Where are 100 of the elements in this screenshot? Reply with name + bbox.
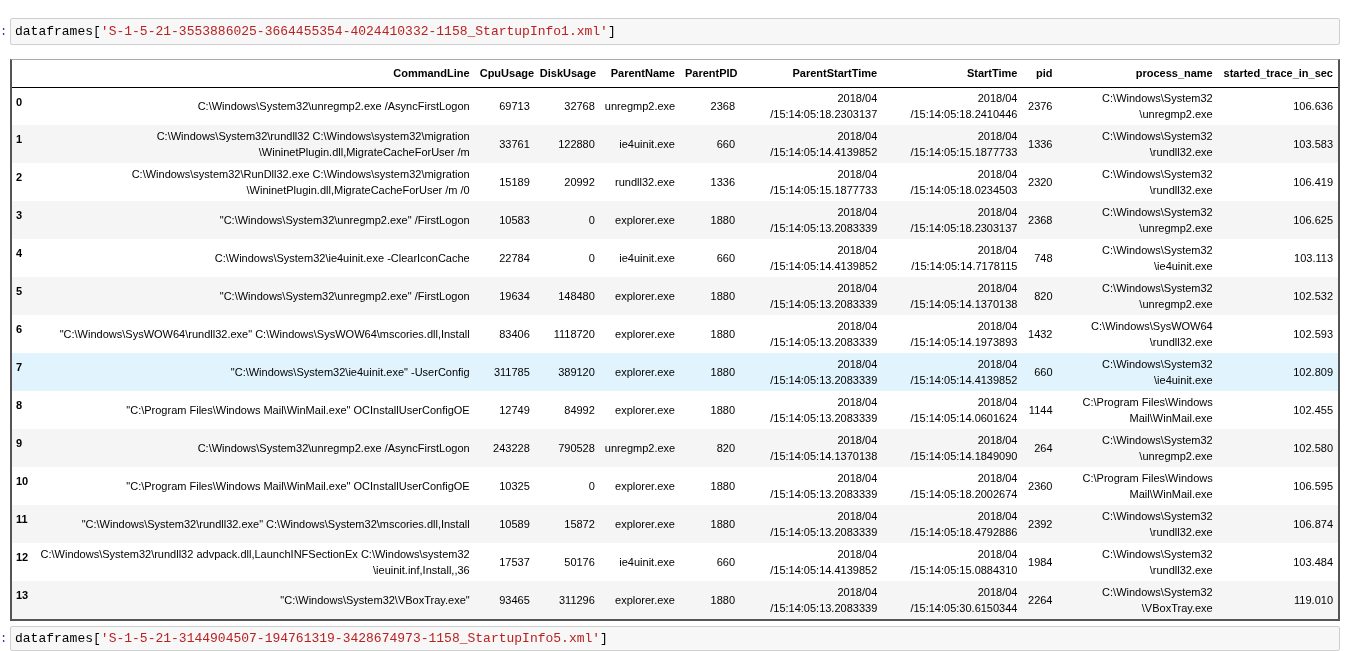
- table-cell: 2018/04 /15:14:05:14.0601624: [882, 391, 1023, 429]
- table-cell: 820: [679, 429, 741, 467]
- table-cell: 122880: [534, 125, 600, 163]
- table-cell: 2018/04 /15:14:05:13.2083339: [740, 467, 883, 505]
- row-index: 13: [12, 581, 35, 619]
- cell-prompt: :: [0, 630, 9, 648]
- table-cell: 50176: [534, 543, 600, 581]
- table-cell: 2018/04 /15:14:05:14.1849090: [882, 429, 1023, 467]
- table-cell: 2018/04 /15:14:05:13.2083339: [740, 505, 883, 543]
- row-index: 4: [12, 239, 35, 277]
- table-cell: 17537: [474, 543, 535, 581]
- table-cell: 32768: [534, 87, 600, 125]
- table-cell: 2018/04 /15:14:05:15.0884310: [882, 543, 1023, 581]
- table-cell: 2018/04 /15:14:05:14.4139852: [740, 239, 883, 277]
- table-cell: 2368: [679, 87, 741, 125]
- table-cell: 0: [534, 467, 600, 505]
- row-index: 6: [12, 315, 35, 353]
- table-cell: C:\Program Files\Windows Mail\WinMail.exe: [1057, 391, 1218, 429]
- table-cell: 106.595: [1217, 467, 1338, 505]
- column-header: process_name: [1057, 60, 1218, 87]
- table-cell: 0: [534, 239, 600, 277]
- table-cell: 660: [679, 239, 741, 277]
- row-index: 8: [12, 391, 35, 429]
- table-cell: 0: [534, 201, 600, 239]
- table-cell: 15872: [534, 505, 600, 543]
- table-cell: 12749: [474, 391, 535, 429]
- table-cell: 2376: [1022, 87, 1058, 125]
- table-row[interactable]: 5 "C:\Windows\System32\unregmp2.exe" /FirstLogon 19634 148480 explorer.exe 1880 2018/04 /15:14:05:13.2083339 2018/04 /15:14:05:14.1370138 820 C:\Windows\System32 \unregmp2.exe 102.532: [12, 277, 1338, 315]
- table-cell: 2018/04 /15:14:05:13.2083339: [740, 201, 883, 239]
- table-cell: ie4uinit.exe: [599, 239, 680, 277]
- code-line: dataframes['S-1-5-21-3144904507-194761319-3428674973-1158_StartupInfo5.xml']: [15, 629, 608, 648]
- table-cell: 1880: [679, 467, 741, 505]
- table-cell: C:\Windows\System32\rundll32 C:\Windows\system32\migration \WininetPlugin.dll,MigrateCacheForUser /m: [34, 125, 475, 163]
- table-cell: "C:\Windows\System32\unregmp2.exe" /FirstLogon: [34, 277, 475, 315]
- table-cell: 2392: [1022, 505, 1058, 543]
- table-cell: 2018/04 /15:14:05:18.0234503: [882, 163, 1023, 201]
- row-index: 12: [12, 543, 35, 581]
- code-cell[interactable]: dataframes['S-1-5-21-3553886025-3664455354-4024410332-1158_StartupInfo1.xml']: [10, 18, 1340, 45]
- table-cell: 2018/04 /15:14:05:13.2083339: [740, 581, 883, 619]
- table-cell: C:\Windows\System32\unregmp2.exe /AsyncFirstLogon: [34, 429, 475, 467]
- row-index: 1: [12, 125, 35, 163]
- table-cell: 790528: [534, 429, 600, 467]
- column-header: CommandLine: [34, 60, 475, 87]
- table-cell: 2018/04 /15:14:05:18.2303137: [740, 87, 883, 125]
- row-index: 11: [12, 505, 35, 543]
- table-cell: 2018/04 /15:14:05:13.2083339: [740, 391, 883, 429]
- row-index: 5: [12, 277, 35, 315]
- table-cell: C:\Windows\System32 \ie4uinit.exe: [1057, 353, 1218, 391]
- table-cell: ie4uinit.exe: [599, 543, 680, 581]
- table-cell: 106.625: [1217, 201, 1338, 239]
- table-cell: 2018/04 /15:14:05:14.1370138: [882, 277, 1023, 315]
- table-cell: C:\Windows\System32 \unregmp2.exe: [1057, 277, 1218, 315]
- table-cell: explorer.exe: [599, 467, 680, 505]
- table-cell: 1880: [679, 505, 741, 543]
- table-cell: C:\Windows\System32 \VBoxTray.exe: [1057, 581, 1218, 619]
- column-header: CpuUsage: [474, 60, 535, 87]
- code-cell[interactable]: dataframes['S-1-5-21-3144904507-194761319-3428674973-1158_StartupInfo5.xml']: [10, 626, 1340, 651]
- table-cell: 660: [679, 125, 741, 163]
- table-cell: C:\Windows\System32 \rundll32.exe: [1057, 543, 1218, 581]
- table-cell: 2018/04 /15:14:05:18.4792886: [882, 505, 1023, 543]
- table-cell: 1984: [1022, 543, 1058, 581]
- table-cell: 106.874: [1217, 505, 1338, 543]
- code-line: dataframes['S-1-5-21-3553886025-3664455354-4024410332-1158_StartupInfo1.xml']: [15, 22, 616, 41]
- table-cell: 1432: [1022, 315, 1058, 353]
- table-cell: 33761: [474, 125, 535, 163]
- table-cell: 148480: [534, 277, 600, 315]
- table-cell: 1880: [679, 353, 741, 391]
- table-cell: C:\Windows\SysWOW64 \rundll32.exe: [1057, 315, 1218, 353]
- column-header: ParentName: [599, 60, 680, 87]
- row-index: 3: [12, 201, 35, 239]
- table-cell: 311785: [474, 353, 535, 391]
- column-header: pid: [1022, 60, 1058, 87]
- table-cell: 660: [679, 543, 741, 581]
- table-cell: explorer.exe: [599, 201, 680, 239]
- table-cell: 1880: [679, 581, 741, 619]
- table-cell: C:\Windows\system32\RunDll32.exe C:\Windows\system32\migration \WininetPlugin.dll,MigrateCacheForUser /m /0: [34, 163, 475, 201]
- column-header: ParentStartTime: [740, 60, 883, 87]
- table-cell: 1880: [679, 201, 741, 239]
- table-cell: 103.583: [1217, 125, 1338, 163]
- table-cell: explorer.exe: [599, 315, 680, 353]
- table-cell: "C:\Windows\System32\VBoxTray.exe": [34, 581, 475, 619]
- table-cell: 243228: [474, 429, 535, 467]
- table-cell: 2018/04 /15:14:05:15.1877733: [882, 125, 1023, 163]
- table-cell: C:\Windows\System32 \unregmp2.exe: [1057, 429, 1218, 467]
- table-row[interactable]: 9 C:\Windows\System32\unregmp2.exe /AsyncFirstLogon 243228 790528 unregmp2.exe 820 2018/04 /15:14:05:14.1370138 2018/04 /15:14:05:14.1849090 264 C:\Windows\System32 \unregmp2.exe 102.580: [12, 429, 1338, 467]
- table-cell: 2018/04 /15:14:05:14.4139852: [740, 125, 883, 163]
- table-cell: 102.532: [1217, 277, 1338, 315]
- table-cell: 660: [1022, 353, 1058, 391]
- table-cell: 2018/04 /15:14:05:18.2002674: [882, 467, 1023, 505]
- table-cell: C:\Windows\System32\ie4uinit.exe -ClearIconCache: [34, 239, 475, 277]
- row-index: 7: [12, 353, 35, 391]
- table-cell: 1336: [679, 163, 741, 201]
- table-cell: 2018/04 /15:14:05:13.2083339: [740, 277, 883, 315]
- table-cell: 102.593: [1217, 315, 1338, 353]
- table-cell: 2018/04 /15:14:05:14.7178115: [882, 239, 1023, 277]
- table-row[interactable]: 4 C:\Windows\System32\ie4uinit.exe -ClearIconCache 22784 0 ie4uinit.exe 660 2018/04 /15:14:05:14.4139852 2018/04 /15:14:05:14.7178115 748 C:\Windows\System32 \ie4uinit.exe 103.113: [12, 239, 1338, 277]
- table-cell: "C:\Windows\SysWOW64\rundll32.exe" C:\Windows\SysWOW64\mscories.dll,Install: [34, 315, 475, 353]
- column-header: started_trace_in_sec: [1217, 60, 1338, 87]
- table-cell: "C:\Program Files\Windows Mail\WinMail.exe" OCInstallUserConfigOE: [34, 391, 475, 429]
- table-cell: 15189: [474, 163, 535, 201]
